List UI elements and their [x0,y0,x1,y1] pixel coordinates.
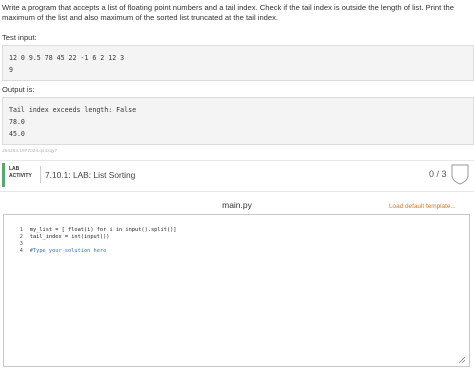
lab-tag-line1: LAB [9,166,20,172]
test-input-line: 12 0 9.5 78 45 22 -1 6 2 12 3 [9,54,125,62]
output-line: Tail index exceeds length: False [9,106,137,114]
lab-accent-bar [2,163,5,187]
divider [40,166,41,183]
test-input-label: Test input: [2,33,37,42]
problem-description: Write a program that accepts a list of f… [2,3,454,22]
test-input-box: 12 0 9.5 78 45 22 -1 6 2 12 3 9 [2,45,474,81]
score-label: 0 / 3 [429,169,447,179]
output-line: 78.0 [9,118,25,126]
lab-tag-line2: ACTIVITY [9,173,32,179]
test-input-line: 9 [9,66,13,74]
load-default-template-link[interactable]: Load default template... [389,203,456,210]
code-editor[interactable]: 1 my_list = [ float(i) for i in input().s… [3,214,470,367]
line-number: 4 [19,248,23,254]
code-line[interactable]: 4 #Type your solution here [7,242,107,260]
activity-hash: 284284.1977024.qx3zqy7 [2,149,58,154]
lab-activity-tag: LAB ACTIVITY [9,166,32,180]
output-line: 45.0 [9,130,25,138]
resize-handle-icon[interactable] [459,357,465,363]
shield-icon [451,164,469,185]
code-text[interactable]: #Type your solution here [30,248,107,254]
code-text[interactable]: tail_index = int(input()) [30,234,110,240]
expected-output-box: Tail index exceeds length: False 78.0 45… [2,97,474,145]
output-label: Output is: [2,85,35,94]
lab-title: 7.10.1: LAB: List Sorting [45,170,136,180]
